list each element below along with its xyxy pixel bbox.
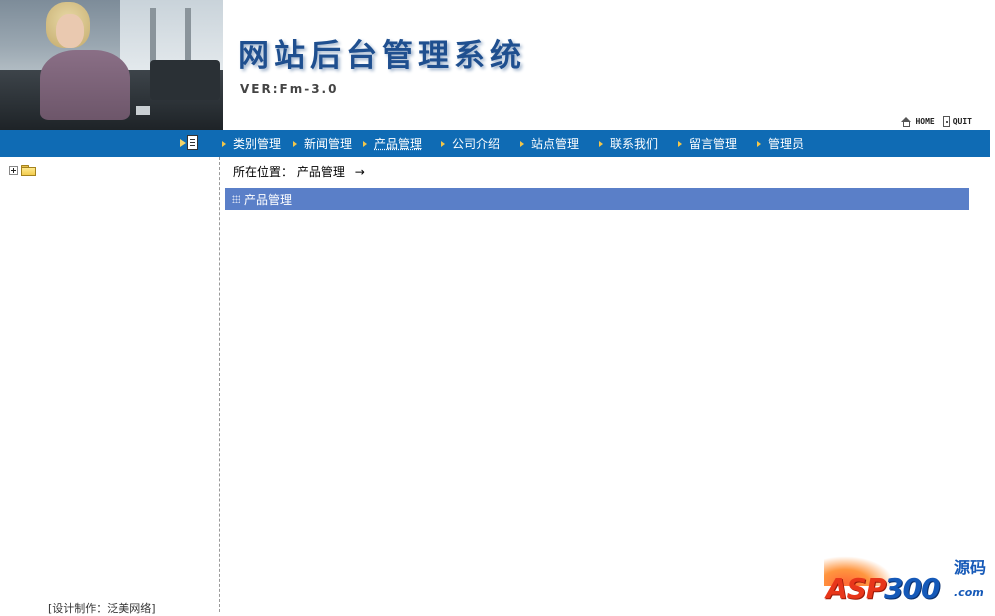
top-links: HOME QUIT [901, 116, 972, 127]
quit-link-label: QUIT [952, 117, 972, 126]
quit-icon [942, 116, 950, 127]
arrow-right-icon [599, 140, 603, 147]
asp300-watermark-logo: ASP 300 源码 .com [824, 552, 990, 608]
grip-dots-icon [232, 195, 240, 203]
main-content: 所在位置： 产品管理 → 产品管理 [222, 157, 990, 612]
nav-item-label: 公司介绍 [452, 137, 501, 151]
nav-item-label: 联系我们 [610, 137, 659, 151]
arrow-right-icon [757, 140, 761, 147]
main-nav-bar: 类别管理 新闻管理 产品管理 公司介绍 站点管理 联系我们 留言管理 管理员 [0, 130, 990, 157]
section-title: 产品管理 [244, 192, 293, 207]
designer-credit: [设计制作：泛美网络] [48, 602, 156, 615]
header: 网站后台管理系统 VER:Fm-3.0 HOME QUIT [0, 0, 990, 130]
home-link-label: HOME [915, 117, 935, 126]
breadcrumb-current[interactable]: 产品管理 [297, 165, 345, 179]
nav-item-label: 产品管理 [374, 137, 423, 151]
watermark-brand-b: 300 [884, 572, 940, 605]
folder-icon [21, 165, 36, 176]
nav-item-label: 站点管理 [531, 137, 580, 151]
watermark-brand-cn: 源码 [954, 558, 987, 577]
toggle-sidebar-icon[interactable] [180, 135, 200, 151]
nav-item-label: 管理员 [768, 137, 805, 151]
section-header: 产品管理 [225, 188, 969, 210]
breadcrumb-label: 所在位置： [233, 165, 294, 179]
nav-item-label: 类别管理 [233, 137, 282, 151]
nav-item-messages[interactable]: 留言管理 [678, 135, 757, 152]
arrow-right-icon [293, 140, 297, 147]
arrow-right-icon [222, 140, 226, 147]
nav-item-site[interactable]: 站点管理 [520, 135, 599, 152]
nav-item-admin[interactable]: 管理员 [757, 135, 827, 152]
nav-menu: 类别管理 新闻管理 产品管理 公司介绍 站点管理 联系我们 留言管理 管理员 [222, 130, 827, 157]
nav-item-label: 新闻管理 [304, 137, 353, 151]
arrow-right-icon [441, 140, 445, 147]
watermark-brand-a: ASP [826, 572, 886, 605]
nav-item-category[interactable]: 类别管理 [222, 135, 293, 152]
nav-item-contact[interactable]: 联系我们 [599, 135, 678, 152]
nav-item-label: 留言管理 [689, 137, 738, 151]
arrow-right-icon [363, 140, 367, 147]
quit-link[interactable]: QUIT [942, 116, 972, 127]
arrow-right-icon [678, 140, 682, 147]
breadcrumb-arrow-icon: → [354, 165, 365, 179]
nav-item-company[interactable]: 公司介绍 [441, 135, 520, 152]
version-label: VER:Fm-3.0 [240, 82, 339, 96]
nav-item-products[interactable]: 产品管理 [363, 135, 441, 152]
left-tree-pane: [设计制作：泛美网络] [0, 157, 220, 615]
watermark-brand-suffix: .com [954, 586, 984, 599]
tree-root-node[interactable] [9, 165, 36, 176]
nav-item-news[interactable]: 新闻管理 [293, 135, 363, 152]
expand-icon[interactable] [9, 166, 18, 175]
home-link[interactable]: HOME [901, 116, 935, 127]
arrow-right-icon [520, 140, 524, 147]
site-title: 网站后台管理系统 [238, 38, 526, 74]
home-icon [901, 116, 912, 127]
header-photo [0, 0, 223, 130]
breadcrumb: 所在位置： 产品管理 → [233, 163, 365, 180]
